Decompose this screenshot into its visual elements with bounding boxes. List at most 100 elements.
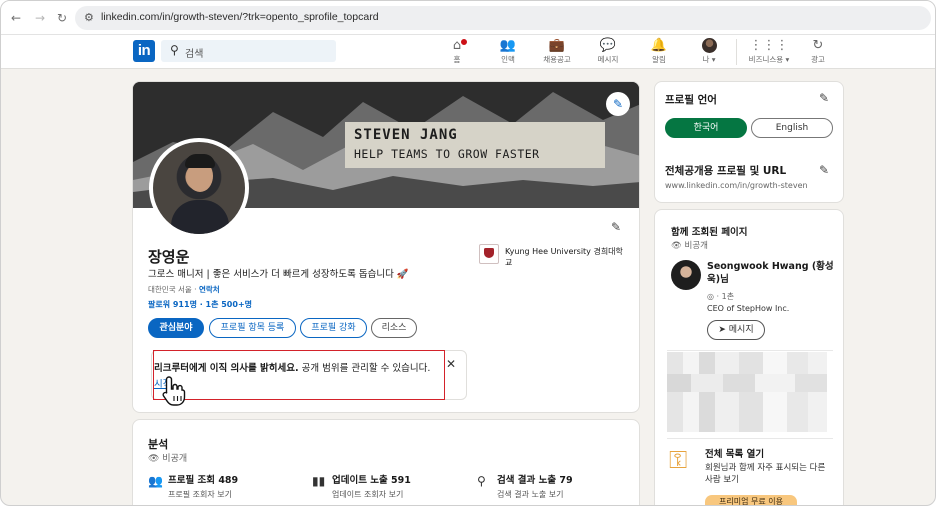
nav-home[interactable]: ⌂ 홈 xyxy=(430,37,484,65)
analytics-card: 분석 👁 비공개 👥 프로필 조회 489 프로필 조회자 보기 ▮▮ 업데이트… xyxy=(132,419,640,505)
search-input[interactable]: ⚲ 검색 xyxy=(161,40,336,62)
blurred-profiles xyxy=(667,352,827,432)
analytics-title: 분석 xyxy=(148,438,169,451)
banner-title: STEVEN JANG HELP TEAMS TO GROW FASTER xyxy=(345,122,605,168)
eye-icon: 👁 xyxy=(148,454,163,464)
add-profile-section-button[interactable]: 프로필 항목 등록 xyxy=(209,318,296,338)
public-profile-title: 전체공개용 프로필 및 URL xyxy=(665,165,787,177)
nav-label: 광고 xyxy=(811,55,825,64)
edit-profile-pencil-icon[interactable]: ✎ xyxy=(611,220,621,234)
divider xyxy=(667,350,833,351)
person-role: CEO of StepHow Inc. xyxy=(707,304,790,313)
briefcase-icon: 💼 xyxy=(548,38,566,53)
shield-icon: ◎ · xyxy=(707,292,722,301)
person-name[interactable]: Seongwook Hwang (황성욱)님 xyxy=(707,260,837,286)
full-list-title: 전체 목록 열기 xyxy=(705,449,765,460)
nav-business[interactable]: ⋮⋮⋮ 비즈니스용 ▾ xyxy=(741,37,797,65)
university-crest-icon xyxy=(479,244,499,264)
search-icon: ⚲ xyxy=(477,474,486,488)
edit-banner-button[interactable]: ✎ xyxy=(606,92,630,116)
linkedin-logo[interactable]: in xyxy=(133,40,155,62)
bell-icon: 🔔 xyxy=(650,38,668,53)
people-also-viewed-card: 함께 조회된 페이지 👁 비공개 Seongwook Hwang (황성욱)님 … xyxy=(654,209,844,505)
profile-name: 장영운 xyxy=(148,248,190,266)
nav-network[interactable]: 👥 인맥 xyxy=(481,37,535,65)
profile-language-card: 프로필 언어 ✎ 한국어 English 전체공개용 프로필 및 URL ✎ w… xyxy=(654,81,844,203)
nav-me[interactable]: 나 ▾ xyxy=(682,37,736,65)
people-icon: 👥 xyxy=(148,474,163,488)
nav-label: 나 ▾ xyxy=(702,55,716,64)
nav-divider xyxy=(736,39,737,65)
nav-label: 인맥 xyxy=(501,55,515,64)
metric-title: 검색 결과 노출 79 xyxy=(497,475,573,486)
nav-ads[interactable]: ↻ 광고 xyxy=(791,37,845,65)
ads-icon: ↻ xyxy=(812,38,824,53)
avatar xyxy=(682,37,736,54)
home-icon: ⌂ xyxy=(452,38,462,53)
nav-label: 알림 xyxy=(652,55,666,64)
nav-label: 메시지 xyxy=(597,55,619,64)
url-text: linkedin.com/in/growth-steven/?trk=opent… xyxy=(101,11,379,23)
back-icon[interactable]: ← xyxy=(11,11,21,25)
message-label: 메시지 xyxy=(728,325,754,335)
education-label: Kyung Hee University 경희대학교 xyxy=(505,247,623,267)
message-icon: 💬 xyxy=(599,38,617,53)
forward-icon[interactable]: → xyxy=(35,11,45,25)
reload-icon[interactable]: ↻ xyxy=(57,11,67,25)
search-placeholder: 검색 xyxy=(185,49,204,60)
connection-degree: ◎ · 1촌 xyxy=(707,291,734,302)
contact-info-link[interactable]: 연락처 xyxy=(199,285,220,294)
profile-card: STEVEN JANG HELP TEAMS TO GROW FASTER ✎ … xyxy=(132,81,640,413)
send-icon: ➤ xyxy=(718,325,729,335)
metric-title: 프로필 조회 489 xyxy=(168,475,239,486)
location-text: 대한민국 서울 · xyxy=(148,285,199,294)
also-viewed-private-label: 비공개 xyxy=(684,241,708,251)
people-icon: 👥 xyxy=(499,38,517,53)
language-english-button[interactable]: English xyxy=(751,118,833,138)
key-icon: ⚿ xyxy=(669,446,688,474)
person-avatar[interactable] xyxy=(671,260,701,290)
open-to-button[interactable]: 관심분야 xyxy=(148,318,204,338)
hand-cursor-icon xyxy=(162,376,186,406)
full-list-description: 회원님과 함께 자주 표시되는 다른 사람 보기 xyxy=(705,463,826,485)
browser-chrome: ← → ↻ ⚙ linkedin.com/in/growth-steven/?t… xyxy=(1,1,935,35)
highlight-box xyxy=(153,350,445,400)
edit-language-pencil-icon[interactable]: ✎ xyxy=(819,91,829,105)
analytics-private-label: 비공개 xyxy=(162,454,188,464)
resources-button[interactable]: 리소스 xyxy=(371,318,417,338)
banner-line1: STEVEN JANG xyxy=(354,127,458,143)
nav-notifications[interactable]: 🔔 알림 xyxy=(632,37,686,65)
linkedin-navbar: in ⚲ 검색 ⌂ 홈 👥 인맥 💼 채용공고 💬 메시지 🔔 알림 나 ▾ ⋮… xyxy=(1,35,935,69)
notification-badge xyxy=(460,38,468,46)
nav-label: 홈 xyxy=(453,55,461,64)
edit-url-pencil-icon[interactable]: ✎ xyxy=(819,163,829,177)
eye-icon: 👁 xyxy=(671,241,685,251)
metric-subtitle: 검색 결과 노출 보기 xyxy=(497,490,564,499)
metric-title: 업데이트 노출 591 xyxy=(332,475,411,486)
premium-trial-button[interactable]: 프리미엄 무료 이용 xyxy=(705,495,797,505)
analytics-visibility: 👁 비공개 xyxy=(148,451,187,464)
site-settings-icon[interactable]: ⚙ xyxy=(84,11,94,24)
profile-language-title: 프로필 언어 xyxy=(665,94,717,106)
nav-jobs[interactable]: 💼 채용공고 xyxy=(530,37,584,65)
divider xyxy=(667,438,833,439)
profile-photo[interactable] xyxy=(149,138,249,238)
search-icon: ⚲ xyxy=(170,43,179,57)
followers-connections[interactable]: 팔로워 911명 · 1촌 500+명 xyxy=(148,299,252,310)
public-profile-url[interactable]: www.linkedin.com/in/growth-steven xyxy=(665,181,808,190)
grid-icon: ⋮⋮⋮ xyxy=(749,38,789,53)
browser-window: ← → ↻ ⚙ linkedin.com/in/growth-steven/?t… xyxy=(0,0,936,506)
nav-messaging[interactable]: 💬 메시지 xyxy=(581,37,635,65)
close-icon[interactable]: ✕ xyxy=(446,357,456,371)
also-viewed-visibility: 👁 비공개 xyxy=(671,239,708,251)
bar-chart-icon: ▮▮ xyxy=(312,474,326,488)
metric-subtitle: 업데이트 조회자 보기 xyxy=(332,490,404,499)
address-bar[interactable]: ⚙ linkedin.com/in/growth-steven/?trk=ope… xyxy=(75,6,931,30)
also-viewed-title: 함께 조회된 페이지 xyxy=(671,227,748,238)
language-korean-button[interactable]: 한국어 xyxy=(665,118,747,138)
nav-label: 채용공고 xyxy=(543,55,571,64)
banner-line2: HELP TEAMS TO GROW FASTER xyxy=(354,147,540,161)
enhance-profile-button[interactable]: 프로필 강화 xyxy=(300,318,367,338)
degree-label: 1촌 xyxy=(721,292,735,301)
message-button[interactable]: ➤ 메시지 xyxy=(707,320,765,340)
